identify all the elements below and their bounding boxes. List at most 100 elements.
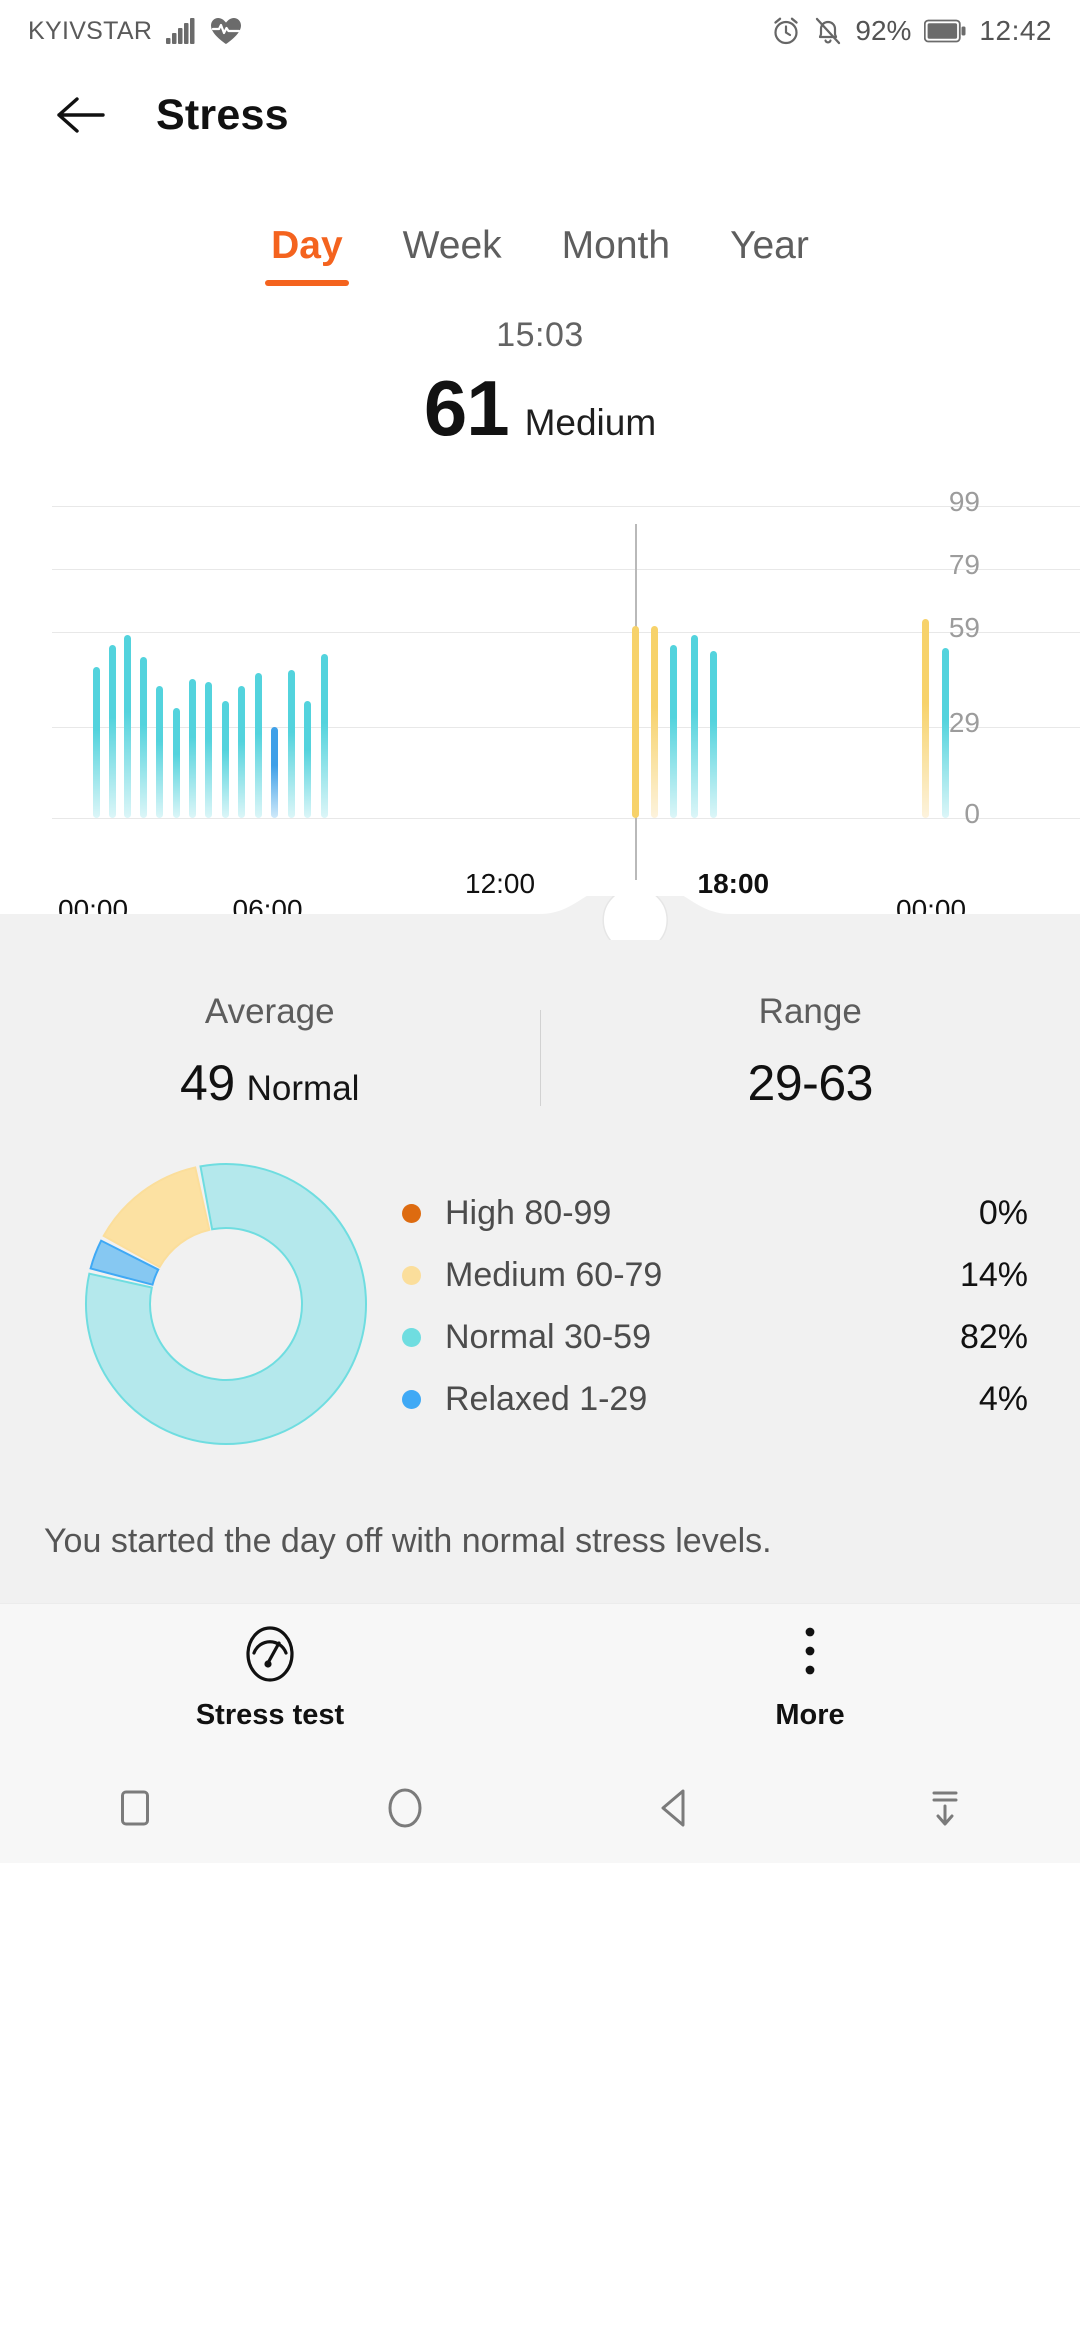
app-bar: Stress [0,62,1080,168]
chart-bar[interactable] [922,619,930,818]
legend-label: Normal 30-59 [445,1318,651,1356]
chart-bar[interactable] [108,644,116,818]
legend-percent: 0% [978,1194,1028,1232]
alarm-clock-icon [771,16,801,46]
battery-percent-label: 92% [855,15,912,46]
chart-x-tick-label: 00:00 [58,894,129,925]
chart-plot-area[interactable]: 99 79 59 29 0 [52,486,1080,880]
legend-row: Medium 60-79 14% [402,1245,1028,1307]
chart-bar[interactable] [139,657,147,818]
status-bar-left: KYIVSTAR [28,17,242,46]
average-row: 49 Normal [0,1054,540,1112]
legend-color-dot [402,1204,421,1223]
recents-square-icon[interactable] [0,1784,270,1832]
home-circle-icon[interactable] [270,1784,540,1832]
more-vertical-icon [802,1625,818,1683]
chart-bar[interactable] [124,635,132,818]
chart-bar[interactable] [93,666,101,818]
stress-test-button[interactable]: Stress test [0,1604,540,1753]
reading-time: 15:03 [496,316,584,354]
current-reading: 15:03 61 Medium [0,316,1080,454]
chart-bar[interactable] [690,635,698,818]
more-label: More [775,1699,845,1732]
status-clock: 12:42 [979,15,1052,46]
average-level: Normal [246,1069,360,1108]
chart-x-axis: 00:00 06:00 12:00 18:00 00:00 [0,860,1080,938]
chart-bar[interactable] [156,685,164,818]
legend-percent: 14% [959,1256,1028,1294]
chart-bar[interactable] [188,679,196,818]
status-bar: KYIVSTAR 92% 12:42 [0,0,1080,62]
system-nav-bar [0,1753,1080,1864]
legend-color-dot [402,1390,421,1409]
chart-bar[interactable] [710,650,718,818]
reading-value: 61 [423,364,510,452]
back-arrow-icon[interactable] [52,86,110,144]
range-value: 29-63 [747,1055,874,1111]
chart-bar[interactable] [238,685,246,818]
chart-y-tick-label: 59 [948,612,980,644]
chart-x-tick-label: 00:00 [896,894,967,925]
carrier-label: KYIVSTAR [28,16,153,45]
tab-month[interactable]: Month [532,224,700,286]
legend-color-dot [402,1266,421,1285]
chart-bar[interactable] [651,625,659,818]
legend-percent: 4% [978,1380,1028,1418]
reading-row: 61 Medium [0,363,1080,454]
chart-bar[interactable] [631,625,639,818]
tab-year[interactable]: Year [700,224,839,286]
distribution-section: High 80-99 0% Medium 60-79 14% Normal 30-59 8… [0,1150,1080,1485]
status-bar-right: 92% 12:42 [771,15,1052,47]
legend-label: Relaxed 1-29 [445,1380,648,1418]
chart-bar[interactable] [205,682,213,818]
chart-y-tick-label: 99 [948,486,980,517]
tab-month-label: Month [561,224,671,267]
distribution-donut-chart [76,1154,376,1459]
chart-x-tick-label: 18:00 [697,868,770,899]
more-button[interactable]: More [540,1604,1080,1753]
period-tabs: Day Week Month Year [0,168,1080,286]
reading-level: Medium [524,402,657,443]
hide-keyboard-icon[interactable] [810,1784,1080,1832]
stress-test-label: Stress test [195,1699,345,1732]
back-triangle-icon[interactable] [540,1784,810,1832]
average-label: Average [204,992,335,1031]
page-title: Stress [156,90,289,139]
tab-day[interactable]: Day [241,224,373,286]
chart-bar[interactable] [172,707,180,818]
chart-bar[interactable] [670,644,678,818]
tab-week[interactable]: Week [373,224,532,286]
range-row: 29-63 [541,1054,1080,1112]
chart-bar[interactable] [271,726,279,818]
chart-x-tick-label: 06:00 [232,894,303,925]
tab-day-label: Day [271,224,343,267]
chart-bar[interactable] [254,673,262,818]
battery-icon [924,19,966,43]
bell-muted-icon [814,16,842,46]
signal-bars-icon [166,18,196,44]
average-value: 49 [180,1055,235,1111]
stress-bar-chart[interactable]: 99 79 59 29 0 [0,486,1080,880]
chart-bar[interactable] [941,647,949,818]
legend-percent: 82% [959,1318,1028,1356]
range-label: Range [758,992,862,1031]
chart-bar[interactable] [287,669,295,818]
tab-active-underline [264,280,349,286]
bottom-actions: Stress test More [0,1603,1080,1754]
chart-bar[interactable] [304,701,312,818]
heart-rate-icon [210,17,242,45]
insight-text: You started the day off with normal stre… [44,1522,772,1560]
range-stat: Range 29-63 [541,992,1080,1112]
chart-bar[interactable] [320,654,328,818]
legend-label: High 80-99 [445,1194,612,1232]
summary-panel: Average 49 Normal Range 29-63 High 80-99… [0,896,1080,1864]
distribution-legend: High 80-99 0% Medium 60-79 14% Normal 30-59 8… [376,1183,1080,1431]
legend-color-dot [402,1328,421,1347]
chart-x-tick-label: 12:00 [465,868,536,899]
chart-y-tick-label: 79 [948,549,980,581]
tab-week-label: Week [402,224,502,267]
average-stat: Average 49 Normal [0,992,540,1112]
legend-row: Relaxed 1-29 4% [402,1369,1028,1431]
chart-bar[interactable] [222,701,230,818]
legend-label: Medium 60-79 [445,1256,663,1294]
